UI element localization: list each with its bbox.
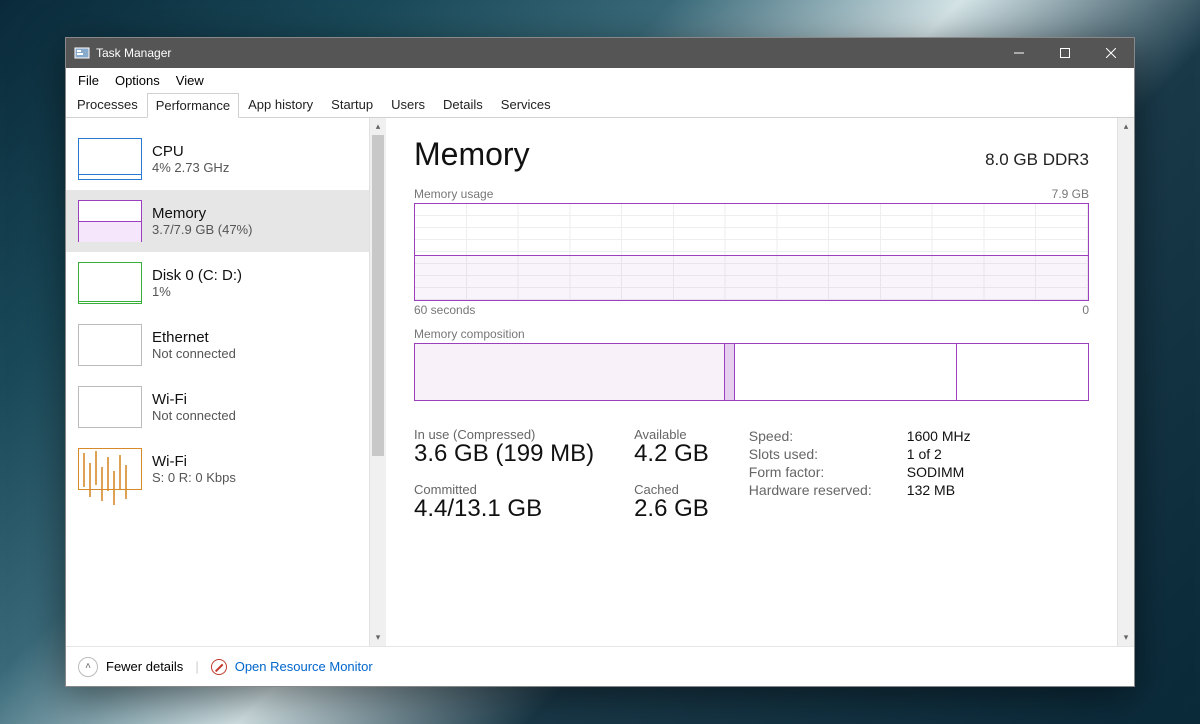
body: CPU 4% 2.73 GHz Memory 3.7/7.9 GB (47%) … <box>66 118 1134 646</box>
kv-speed-v: 1600 MHz <box>907 428 971 444</box>
separator: | <box>191 659 202 674</box>
sidebar-item-ethernet[interactable]: Ethernet Not connected <box>66 314 369 376</box>
open-resource-monitor-link[interactable]: Open Resource Monitor <box>235 659 373 674</box>
usage-chart-max: 7.9 GB <box>1052 187 1089 201</box>
tab-users[interactable]: Users <box>382 92 434 117</box>
tab-strip: Processes Performance App history Startu… <box>66 92 1134 118</box>
titlebar[interactable]: Task Manager <box>66 38 1134 68</box>
tab-services[interactable]: Services <box>492 92 560 117</box>
spec-table: Speed: 1600 MHz Slots used: 1 of 2 Form fa… <box>749 427 971 523</box>
sidebar-item-sub: Not connected <box>152 346 236 361</box>
tab-app-history[interactable]: App history <box>239 92 322 117</box>
window-title: Task Manager <box>96 46 171 60</box>
memory-spec: 8.0 GB DDR3 <box>985 150 1089 170</box>
sidebar-item-label: Memory <box>152 205 252 222</box>
footer: ˄ Fewer details | Open Resource Monitor <box>66 646 1134 686</box>
wifi-thumb-icon <box>78 448 142 490</box>
kv-slots-v: 1 of 2 <box>907 446 942 462</box>
sidebar-item-cpu[interactable]: CPU 4% 2.73 GHz <box>66 128 369 190</box>
close-button[interactable] <box>1088 38 1134 68</box>
chevron-up-icon[interactable]: ˄ <box>78 657 98 677</box>
scroll-up-icon[interactable]: ▴ <box>370 118 386 135</box>
kv-hw-v: 132 MB <box>907 482 955 498</box>
sidebar-item-sub: Not connected <box>152 408 236 423</box>
sidebar-item-disk[interactable]: Disk 0 (C: D:) 1% <box>66 252 369 314</box>
sidebar-item-wifi-1[interactable]: Wi-Fi Not connected <box>66 376 369 438</box>
menu-bar: File Options View <box>66 68 1134 92</box>
tab-performance[interactable]: Performance <box>147 93 239 118</box>
sidebar-item-sub: 3.7/7.9 GB (47%) <box>152 222 252 237</box>
stat-committed-value: 4.4/13.1 GB <box>414 495 594 523</box>
scroll-down-icon[interactable]: ▾ <box>370 629 386 646</box>
composition-standby <box>735 344 957 400</box>
composition-modified <box>725 344 735 400</box>
scroll-thumb[interactable] <box>372 135 384 456</box>
page-title: Memory <box>414 136 530 173</box>
stats-panel: In use (Compressed) 3.6 GB (199 MB) Comm… <box>414 427 1089 523</box>
composition-label: Memory composition <box>414 327 1089 341</box>
kv-form-v: SODIMM <box>907 464 965 480</box>
scroll-down-icon[interactable]: ▾ <box>1118 629 1134 646</box>
x-axis-left: 60 seconds <box>414 303 475 317</box>
sidebar-item-sub: 1% <box>152 284 242 299</box>
main-panel: Memory 8.0 GB DDR3 Memory usage 7.9 GB 6… <box>386 118 1134 646</box>
menu-file[interactable]: File <box>70 71 107 90</box>
memory-thumb-icon <box>78 200 142 242</box>
sidebar-item-label: Ethernet <box>152 329 236 346</box>
sidebar-item-label: Wi-Fi <box>152 453 236 470</box>
composition-free <box>957 344 1088 400</box>
stat-available-value: 4.2 GB <box>634 440 709 468</box>
main-scrollbar[interactable]: ▴ ▾ <box>1117 118 1134 646</box>
tab-details[interactable]: Details <box>434 92 492 117</box>
sidebar-item-label: Wi-Fi <box>152 391 236 408</box>
kv-form-k: Form factor: <box>749 464 889 480</box>
composition-inuse <box>415 344 725 400</box>
x-axis-right: 0 <box>1082 303 1089 317</box>
stat-inuse-value: 3.6 GB (199 MB) <box>414 440 594 468</box>
usage-chart-label: Memory usage <box>414 187 493 201</box>
cpu-thumb-icon <box>78 138 142 180</box>
fewer-details-link[interactable]: Fewer details <box>106 659 183 674</box>
sidebar: CPU 4% 2.73 GHz Memory 3.7/7.9 GB (47%) … <box>66 118 386 646</box>
sidebar-item-label: CPU <box>152 143 229 160</box>
maximize-button[interactable] <box>1042 38 1088 68</box>
sidebar-item-sub: S: 0 R: 0 Kbps <box>152 470 236 485</box>
menu-view[interactable]: View <box>168 71 212 90</box>
kv-speed-k: Speed: <box>749 428 889 444</box>
wifi-thumb-icon <box>78 386 142 428</box>
tab-startup[interactable]: Startup <box>322 92 382 117</box>
tab-processes[interactable]: Processes <box>68 92 147 117</box>
menu-options[interactable]: Options <box>107 71 168 90</box>
sidebar-scrollbar[interactable]: ▴ ▾ <box>369 118 386 646</box>
stat-cached-value: 2.6 GB <box>634 495 709 523</box>
scroll-up-icon[interactable]: ▴ <box>1118 118 1134 135</box>
kv-hw-k: Hardware reserved: <box>749 482 889 498</box>
resource-monitor-icon <box>211 659 227 675</box>
sidebar-item-sub: 4% 2.73 GHz <box>152 160 229 175</box>
task-manager-window: Task Manager File Options View Processes… <box>65 37 1135 687</box>
sidebar-item-label: Disk 0 (C: D:) <box>152 267 242 284</box>
sidebar-item-wifi-2[interactable]: Wi-Fi S: 0 R: 0 Kbps <box>66 438 369 500</box>
disk-thumb-icon <box>78 262 142 304</box>
minimize-button[interactable] <box>996 38 1042 68</box>
ethernet-thumb-icon <box>78 324 142 366</box>
memory-usage-chart <box>414 203 1089 301</box>
sidebar-item-memory[interactable]: Memory 3.7/7.9 GB (47%) <box>66 190 369 252</box>
kv-slots-k: Slots used: <box>749 446 889 462</box>
memory-composition-chart <box>414 343 1089 401</box>
app-icon <box>74 45 90 61</box>
